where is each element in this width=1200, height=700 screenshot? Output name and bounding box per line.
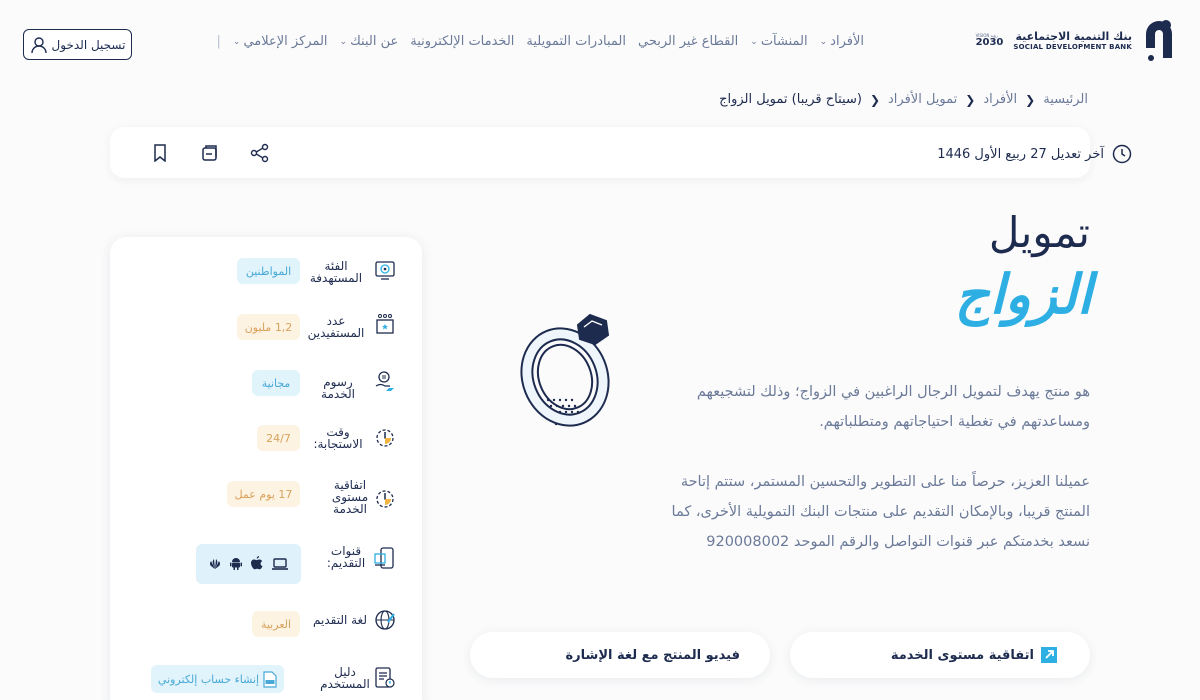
target-icon	[372, 257, 398, 283]
target-group-label: الفئة المستهدفة	[309, 259, 363, 285]
sign-language-video-button[interactable]: فيديو المنتج مع لغة الإشارة	[470, 632, 770, 678]
logo-arabic-name: بنك التنمية الاجتماعية	[1015, 29, 1133, 43]
laptop-icon	[271, 555, 289, 574]
response-time-icon	[372, 425, 398, 451]
nav-financing-initiatives[interactable]: المبادرات التمويلية	[526, 34, 626, 49]
language-icon	[372, 607, 398, 633]
login-button[interactable]: تسجيل الدخول	[23, 29, 132, 60]
channels-icon	[372, 545, 398, 571]
channels-devices	[196, 544, 301, 584]
chevron-left-icon: ❮	[869, 92, 880, 107]
last-updated: آخر تعديل 27 ربيع الأول 1446	[937, 144, 1132, 164]
page-title-line2: الزواج	[954, 262, 1092, 326]
page-title-line1: تمويل	[988, 208, 1090, 257]
user-guide-icon	[372, 664, 398, 690]
nav-e-services[interactable]: الخدمات الإلكترونية	[410, 34, 514, 49]
beneficiaries-label: عدد المستفيدين	[307, 314, 365, 340]
beneficiaries-icon	[372, 311, 398, 337]
nav-divider: |	[216, 34, 221, 49]
logo-english-name: SOCIAL DEVELOPMENT BANK	[1013, 43, 1132, 52]
huawei-icon	[208, 555, 222, 574]
nav-establishments[interactable]: المنشآت ⌄	[750, 34, 807, 49]
breadcrumb-individual-financing[interactable]: تمويل الأفراد	[888, 92, 957, 107]
language-label: لغة التقديم	[313, 613, 367, 627]
chevron-down-icon: ⌄	[819, 36, 828, 47]
clock-icon	[1112, 144, 1132, 164]
description-paragraph: عميلنا العزيز، حرصاً منا على التطوير وال…	[671, 474, 1090, 550]
user-icon	[30, 36, 47, 53]
chevron-down-icon: ⌄	[339, 36, 348, 47]
description-paragraph: هو منتج يهدف لتمويل الرجال الراغبين في ا…	[696, 384, 1090, 430]
breadcrumb: الرئيسية ❮ الأفراد ❮ تمويل الأفراد ❮ (سي…	[719, 92, 1088, 107]
target-group-value: المواطنين	[237, 258, 300, 284]
wedding-ring-illustration	[520, 313, 610, 427]
bank-logo[interactable]: VISION رؤية 2030 بنك التنمية الاجتماعية …	[976, 18, 1176, 64]
language-value: العربية	[252, 611, 300, 637]
breadcrumb-home[interactable]: الرئيسية	[1043, 92, 1088, 107]
chevron-left-icon: ❮	[965, 92, 976, 107]
beneficiaries-value: 1,2 مليون	[237, 314, 300, 340]
bank-mark-icon	[1146, 20, 1172, 61]
pdf-file-icon	[263, 670, 277, 688]
login-label: تسجيل الدخول	[51, 37, 126, 52]
user-guide-button[interactable]: إنشاء حساب إلكتروني	[151, 665, 284, 693]
service-fees-label: رسوم الخدمة	[321, 375, 355, 401]
fees-icon	[372, 369, 398, 395]
sla-value: 17 يوم عمل	[227, 481, 300, 507]
service-fees-value: مجانية	[252, 370, 300, 396]
external-link-icon	[1041, 647, 1057, 663]
nav-individuals[interactable]: الأفراد ⌄	[820, 34, 864, 49]
user-guide-label: دليل المستخدم	[320, 665, 370, 691]
vision-2030-logo: VISION رؤية 2030	[975, 33, 1004, 48]
nav-about[interactable]: عن البنك ⌄	[340, 34, 399, 49]
share-icon[interactable]	[250, 143, 270, 163]
response-time-value: 24/7	[257, 425, 300, 451]
sla-button[interactable]: اتفاقية مستوى الخدمة	[790, 632, 1090, 678]
page-actions	[150, 143, 270, 163]
nav-media-center[interactable]: المركز الإعلامي ⌄	[233, 34, 328, 49]
product-description: هو منتج يهدف لتمويل الرجال الراغبين في ا…	[670, 377, 1090, 557]
chevron-left-icon: ❮	[1025, 92, 1036, 107]
nav-nonprofit[interactable]: القطاع غير الربحي	[638, 34, 738, 49]
channels-label: قنوات التقديم:	[326, 544, 366, 570]
breadcrumb-individuals[interactable]: الأفراد	[983, 92, 1017, 107]
sla-label: اتفاقية مستوى الخدمة	[331, 478, 369, 516]
breadcrumb-current: (سيتاح قريبا) تمويل الزواج	[719, 92, 862, 107]
chevron-down-icon: ⌄	[750, 36, 758, 47]
apple-icon	[250, 555, 263, 574]
print-icon[interactable]	[200, 143, 220, 163]
chevron-down-icon: ⌄	[232, 36, 241, 47]
bookmark-icon[interactable]	[150, 143, 170, 163]
main-nav: الأفراد ⌄ المنشآت ⌄ القطاع غير الربحي المب…	[217, 34, 864, 49]
android-icon	[230, 555, 243, 574]
response-time-label: وقت الاستجابة:	[313, 425, 363, 451]
